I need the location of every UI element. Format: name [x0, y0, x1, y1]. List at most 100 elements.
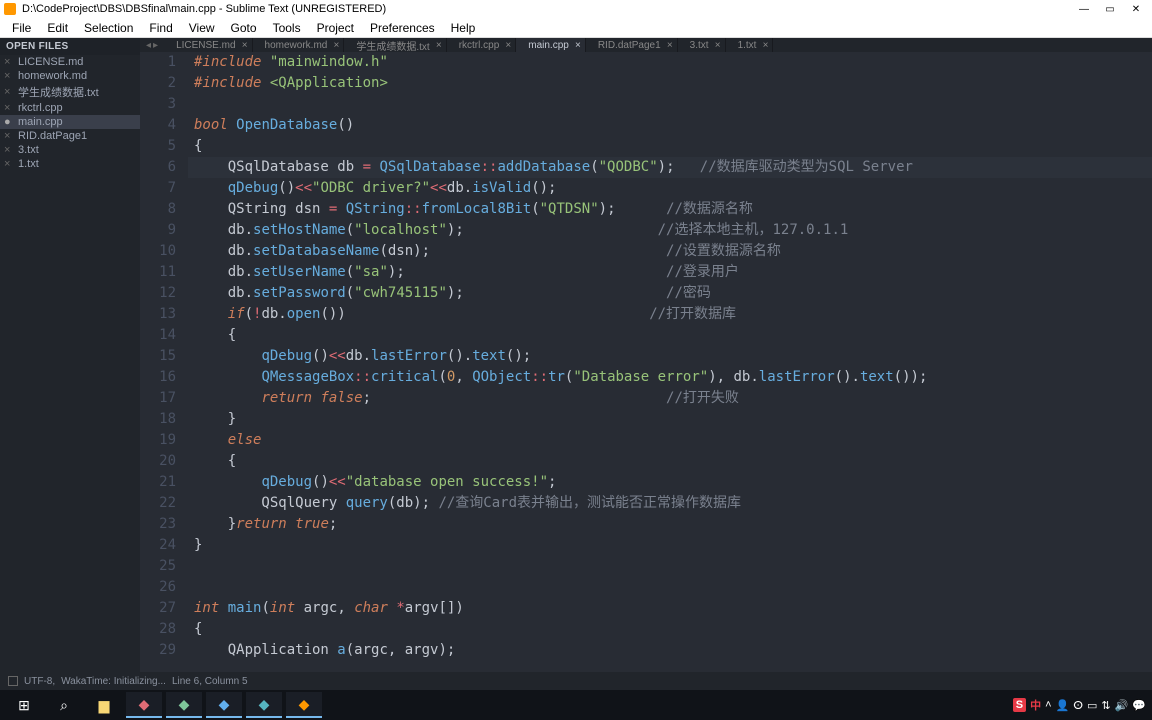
tray-volume-icon[interactable]: 🔊	[1115, 699, 1129, 712]
code-line[interactable]: return false; //打开失败	[188, 388, 1152, 409]
code-line[interactable]: else	[188, 430, 1152, 451]
code-line[interactable]: db.setUserName("sa"); //登录用户	[188, 262, 1152, 283]
code-line[interactable]: db.setDatabaseName(dsn); //设置数据源名称	[188, 241, 1152, 262]
code-line[interactable]: if(!db.open()) //打开数据库	[188, 304, 1152, 325]
code-line[interactable]	[188, 556, 1152, 577]
code-line[interactable]: QMessageBox::critical(0, QObject::tr("Da…	[188, 367, 1152, 388]
tab-close-icon[interactable]: ×	[334, 40, 340, 51]
file-close-icon[interactable]: ×	[4, 102, 14, 114]
taskbar-app-3[interactable]: ◆	[206, 692, 242, 718]
menu-edit[interactable]: Edit	[41, 21, 74, 35]
sidebar-file-item[interactable]: ×1.txt	[0, 157, 140, 171]
tray-people-icon[interactable]: 👤	[1056, 699, 1070, 712]
code-line[interactable]	[188, 94, 1152, 115]
sublime-taskbar-icon[interactable]: ◆	[286, 692, 322, 718]
sidebar-file-item[interactable]: ×学生成绩数据.txt	[0, 83, 140, 101]
code-line[interactable]	[188, 577, 1152, 598]
code-line[interactable]: qDebug()<<"database open success!";	[188, 472, 1152, 493]
tab[interactable]: rkctrl.cpp ×	[447, 38, 517, 52]
code-line[interactable]: bool OpenDatabase()	[188, 115, 1152, 136]
tab[interactable]: 学生成绩数据.txt×	[344, 38, 446, 52]
sidebar-file-item[interactable]: ×rkctrl.cpp	[0, 101, 140, 115]
code-line[interactable]: {	[188, 451, 1152, 472]
file-close-icon[interactable]: ×	[4, 144, 14, 156]
code-line[interactable]: }	[188, 535, 1152, 556]
code-line[interactable]: #include "mainwindow.h"	[188, 52, 1152, 73]
tab-close-icon[interactable]: ×	[242, 40, 248, 51]
app-icon	[4, 3, 16, 15]
file-close-icon[interactable]: ×	[4, 56, 14, 68]
menu-find[interactable]: Find	[143, 21, 178, 35]
code-line[interactable]: QSqlDatabase db = QSqlDatabase::addDatab…	[188, 157, 1152, 178]
editor[interactable]: 1234567891011121314151617181920212223242…	[140, 52, 1152, 672]
tray-wifi-icon[interactable]: ⇅	[1101, 699, 1110, 712]
tray-battery-icon[interactable]: ▭	[1087, 699, 1097, 712]
tab-close-icon[interactable]: ×	[715, 40, 721, 51]
tab[interactable]: homework.md×	[253, 38, 345, 52]
code-line[interactable]: QSqlQuery query(db); //查询Card表并输出，测试能否正常…	[188, 493, 1152, 514]
file-close-icon[interactable]: ×	[4, 130, 14, 142]
tab-label: 1.txt	[738, 40, 757, 51]
tray-bluetooth-icon[interactable]: ⵙ	[1073, 699, 1083, 712]
tray-notifications-icon[interactable]: 💬	[1132, 699, 1146, 712]
taskbar: ⊞ ⌕ ▆ ◆ ◆ ◆ ◆ ◆ S 中 ˄ 👤 ⵙ ▭ ⇅ 🔊 💬	[0, 690, 1152, 720]
menu-goto[interactable]: Goto	[225, 21, 263, 35]
file-explorer-icon[interactable]: ▆	[86, 692, 122, 718]
tab-close-icon[interactable]: ×	[575, 40, 581, 51]
code-line[interactable]: {	[188, 136, 1152, 157]
code-line[interactable]: #include <QApplication>	[188, 73, 1152, 94]
tab[interactable]: 1.txt ×	[726, 38, 774, 52]
code-line[interactable]: qDebug()<<db.lastError().text();	[188, 346, 1152, 367]
sidebar-file-item[interactable]: ×3.txt	[0, 143, 140, 157]
sidebar-file-item[interactable]: ●main.cpp	[0, 115, 140, 129]
code-line[interactable]: db.setPassword("cwh745115"); //密码	[188, 283, 1152, 304]
tab-close-icon[interactable]: ×	[436, 40, 442, 51]
menu-project[interactable]: Project	[311, 21, 360, 35]
tab-nav-right-icon[interactable]: ▸	[153, 40, 158, 51]
code-line[interactable]: }	[188, 409, 1152, 430]
sidebar-file-item[interactable]: ×homework.md	[0, 69, 140, 83]
taskbar-app-2[interactable]: ◆	[166, 692, 202, 718]
menu-view[interactable]: View	[183, 21, 221, 35]
sidebar-file-item[interactable]: ×RID.datPage1	[0, 129, 140, 143]
menu-preferences[interactable]: Preferences	[364, 21, 441, 35]
code-line[interactable]: QString dsn = QString::fromLocal8Bit("QT…	[188, 199, 1152, 220]
maximize-button[interactable]: ▭	[1098, 4, 1122, 15]
code-line[interactable]: {	[188, 325, 1152, 346]
search-button[interactable]: ⌕	[46, 692, 82, 718]
taskbar-app-1[interactable]: ◆	[126, 692, 162, 718]
sidebar-file-item[interactable]: ×LICENSE.md	[0, 55, 140, 69]
menu-selection[interactable]: Selection	[78, 21, 139, 35]
tab-close-icon[interactable]: ×	[667, 40, 673, 51]
code-line[interactable]: int main(int argc, char *argv[])	[188, 598, 1152, 619]
taskbar-app-4[interactable]: ◆	[246, 692, 282, 718]
menu-file[interactable]: File	[6, 21, 37, 35]
minimize-button[interactable]: —	[1072, 4, 1096, 15]
close-button[interactable]: ✕	[1124, 4, 1148, 15]
tab[interactable]: LICENSE.md×	[164, 38, 252, 52]
tab-nav-left-icon[interactable]: ◂	[146, 40, 151, 51]
tab[interactable]: 3.txt×	[678, 38, 726, 52]
file-close-icon[interactable]: ●	[4, 116, 14, 128]
code-line[interactable]: {	[188, 619, 1152, 640]
tab-close-icon[interactable]: ×	[505, 40, 511, 51]
start-button[interactable]: ⊞	[6, 692, 42, 718]
ime-icon[interactable]: S	[1013, 698, 1026, 712]
file-close-icon[interactable]: ×	[4, 158, 14, 170]
menu-tools[interactable]: Tools	[267, 21, 307, 35]
status-encoding[interactable]: UTF-8,	[24, 676, 55, 687]
tab-close-icon[interactable]: ×	[763, 40, 769, 51]
tab-label: rkctrl.cpp	[459, 40, 500, 51]
menu-help[interactable]: Help	[445, 21, 482, 35]
tab[interactable]: RID.datPage1×	[586, 38, 678, 52]
code-line[interactable]: }return true;	[188, 514, 1152, 535]
tab[interactable]: main.cpp×	[516, 38, 586, 52]
file-close-icon[interactable]: ×	[4, 86, 14, 98]
file-close-icon[interactable]: ×	[4, 70, 14, 82]
code-line[interactable]: db.setHostName("localhost"); //选择本地主机，12…	[188, 220, 1152, 241]
ime-language[interactable]: 中	[1030, 697, 1041, 713]
code-line[interactable]: QApplication a(argc, argv);	[188, 640, 1152, 661]
tray-chevron-icon[interactable]: ˄	[1045, 699, 1051, 711]
code-line[interactable]: qDebug()<<"ODBC driver?"<<db.isValid();	[188, 178, 1152, 199]
panel-switch-icon[interactable]	[8, 676, 18, 686]
